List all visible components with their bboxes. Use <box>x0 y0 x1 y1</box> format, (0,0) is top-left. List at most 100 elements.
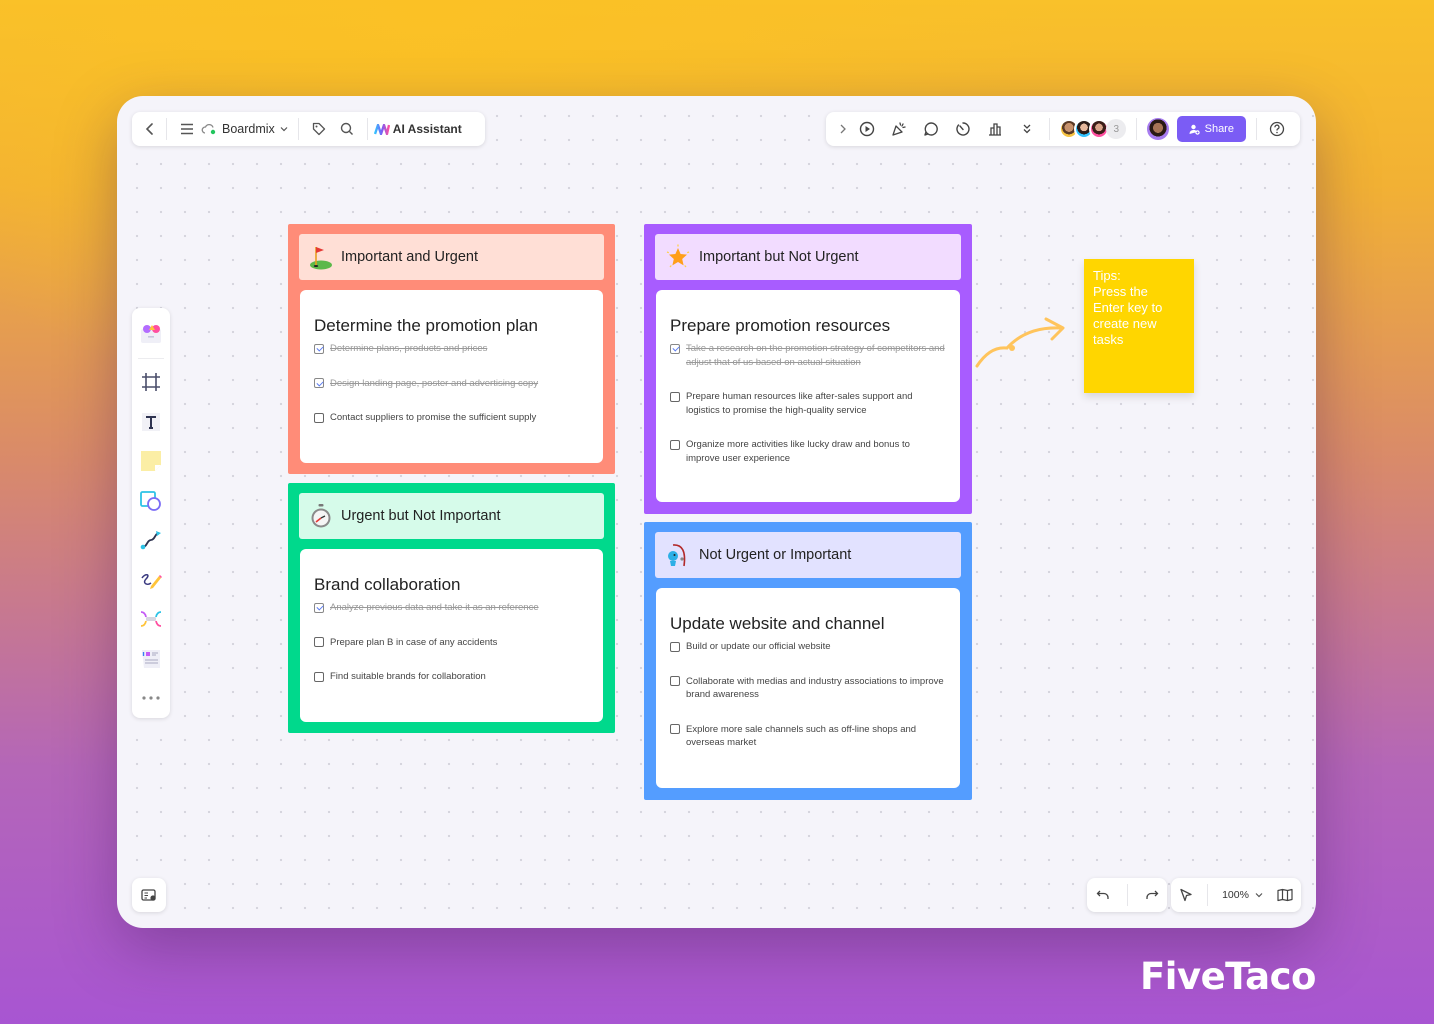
whiteboard-canvas[interactable]: Boardmix AI Assistant 3 Share Important … <box>117 96 1316 928</box>
task-item[interactable]: Collaborate with medias and industry ass… <box>670 675 946 702</box>
quadrant-header: Urgent but Not Important <box>299 493 604 539</box>
quadrant-header: Not Urgent or Important <box>655 532 961 578</box>
quadrant-urgent-not-important[interactable]: Urgent but Not Important Brand collabora… <box>288 483 615 733</box>
chevron-down-icon <box>280 127 288 132</box>
checkbox-unchecked[interactable] <box>314 671 324 682</box>
mindmap-tool[interactable] <box>137 605 165 633</box>
quadrant-not-urgent-not-important[interactable]: Not Urgent or Important Update website a… <box>644 522 972 800</box>
templates-tool[interactable] <box>137 320 165 348</box>
frame-tool[interactable] <box>137 368 165 396</box>
ai-logo-icon <box>373 123 390 135</box>
collapse-toolbar-button[interactable] <box>834 123 851 135</box>
undo-button[interactable] <box>1096 889 1110 901</box>
checkbox-unchecked[interactable] <box>670 724 680 734</box>
task-item[interactable]: Contact suppliers to promise the suffici… <box>314 411 589 425</box>
task-item[interactable]: Prepare plan B in case of any accidents <box>314 636 589 650</box>
divider <box>138 357 164 359</box>
select-tool-button[interactable] <box>1179 888 1193 902</box>
task-item[interactable]: Analyze previous data and take it as an … <box>314 601 589 615</box>
divider <box>1126 884 1128 906</box>
left-toolbar <box>132 308 170 718</box>
quadrant-important-not-urgent[interactable]: Important but Not Urgent Prepare promoti… <box>644 224 972 514</box>
map-icon <box>1277 888 1293 902</box>
task-text: Collaborate with medias and industry ass… <box>686 675 944 701</box>
checkbox-unchecked[interactable] <box>670 641 680 652</box>
hand-drawn-arrow[interactable] <box>972 306 1072 371</box>
help-icon <box>1270 121 1285 137</box>
sticky-note-tool[interactable] <box>137 447 165 475</box>
task-text: Take a research on the promotion strateg… <box>686 343 945 368</box>
task-item[interactable]: Prepare human resources like after-sales… <box>670 390 946 417</box>
checkbox-checked[interactable] <box>314 602 324 613</box>
quadrant-header-label: Important but Not Urgent <box>699 249 859 265</box>
task-text: Contact suppliers to promise the suffici… <box>330 412 537 423</box>
checkbox-checked[interactable] <box>314 343 324 354</box>
more-tools-button[interactable] <box>1011 123 1043 135</box>
quadrant-important-urgent[interactable]: Important and Urgent Determine the promo… <box>288 224 615 474</box>
collaborators-list[interactable]: 3 <box>1059 119 1127 139</box>
zoom-controls: 100% <box>1171 878 1301 912</box>
back-button[interactable] <box>140 122 160 136</box>
zoom-level-dropdown[interactable]: 100% <box>1222 889 1263 901</box>
share-button[interactable]: Share <box>1176 116 1246 142</box>
checkbox-unchecked[interactable] <box>670 676 680 686</box>
task-item[interactable]: Find suitable brands for collaboration <box>314 670 589 684</box>
task-card[interactable]: Brand collaboration Analyze previous dat… <box>300 549 603 722</box>
ai-assistant-button[interactable]: AI Assistant <box>373 122 462 136</box>
connector-tool[interactable] <box>137 526 165 554</box>
checkbox-unchecked[interactable] <box>670 391 680 402</box>
quadrant-header-label: Urgent but Not Important <box>341 508 501 524</box>
help-button[interactable] <box>1263 121 1292 137</box>
task-item[interactable]: Design landing page, poster and advertis… <box>314 377 589 391</box>
task-card-title: Prepare promotion resources <box>670 316 891 335</box>
vote-button[interactable] <box>979 121 1011 137</box>
task-text: Explore more sale channels such as off-l… <box>686 723 917 749</box>
pen-tool[interactable] <box>137 566 165 594</box>
checkbox-unchecked[interactable] <box>314 412 324 423</box>
collaborator-count-badge: 3 <box>1106 119 1127 139</box>
sticky-note[interactable]: Tips: Press the Enter key to create new … <box>1084 259 1194 393</box>
minimap-toggle-button[interactable] <box>132 878 166 912</box>
zoom-level: 100% <box>1222 889 1249 901</box>
task-item[interactable]: Organize more activities like lucky draw… <box>670 438 946 465</box>
chevron-right-icon <box>840 124 846 134</box>
tag-button[interactable] <box>305 122 333 136</box>
checkbox-checked[interactable] <box>314 378 324 388</box>
task-item[interactable]: Determine plans, products and prices <box>314 342 589 356</box>
more-tools-sidebar-button[interactable] <box>137 684 165 712</box>
current-user-avatar[interactable] <box>1147 118 1169 140</box>
search-icon <box>340 122 353 135</box>
task-card[interactable]: Update website and channel Build or upda… <box>656 588 960 788</box>
search-button[interactable] <box>333 122 361 136</box>
task-item[interactable]: Explore more sale channels such as off-l… <box>670 723 946 750</box>
add-user-icon <box>1189 124 1200 135</box>
checkbox-unchecked[interactable] <box>314 637 324 647</box>
task-item[interactable]: Take a research on the promotion strateg… <box>670 342 946 369</box>
share-label: Share <box>1204 123 1234 135</box>
checkbox-checked[interactable] <box>670 343 680 354</box>
task-text: Design landing page, poster and advertis… <box>330 377 539 389</box>
board-name-dropdown[interactable]: Boardmix <box>201 122 288 136</box>
text-tool[interactable] <box>137 408 165 436</box>
redo-button[interactable] <box>1145 889 1159 901</box>
table-template-tool[interactable] <box>137 645 165 673</box>
sticky-note-icon <box>141 451 161 472</box>
menu-button[interactable] <box>173 123 201 135</box>
task-text: Build or update our official website <box>686 641 831 652</box>
divider <box>366 118 368 140</box>
vote-icon <box>989 123 1002 136</box>
celebrate-button[interactable] <box>883 121 915 137</box>
golf-flag-icon <box>310 247 332 270</box>
map-button[interactable] <box>1277 888 1293 902</box>
checkbox-unchecked[interactable] <box>670 439 680 450</box>
present-button[interactable] <box>851 121 883 137</box>
task-item[interactable]: Build or update our official website <box>670 640 946 654</box>
task-card[interactable]: Prepare promotion resources Take a resea… <box>656 290 960 502</box>
comment-button[interactable] <box>915 121 947 137</box>
pen-icon <box>141 573 162 589</box>
shape-tool[interactable] <box>137 487 165 515</box>
task-text: Analyze previous data and take it as an … <box>330 602 539 613</box>
timer-button[interactable] <box>947 121 979 137</box>
task-card[interactable]: Determine the promotion plan Determine p… <box>300 290 603 463</box>
task-card-title: Determine the promotion plan <box>314 316 538 335</box>
